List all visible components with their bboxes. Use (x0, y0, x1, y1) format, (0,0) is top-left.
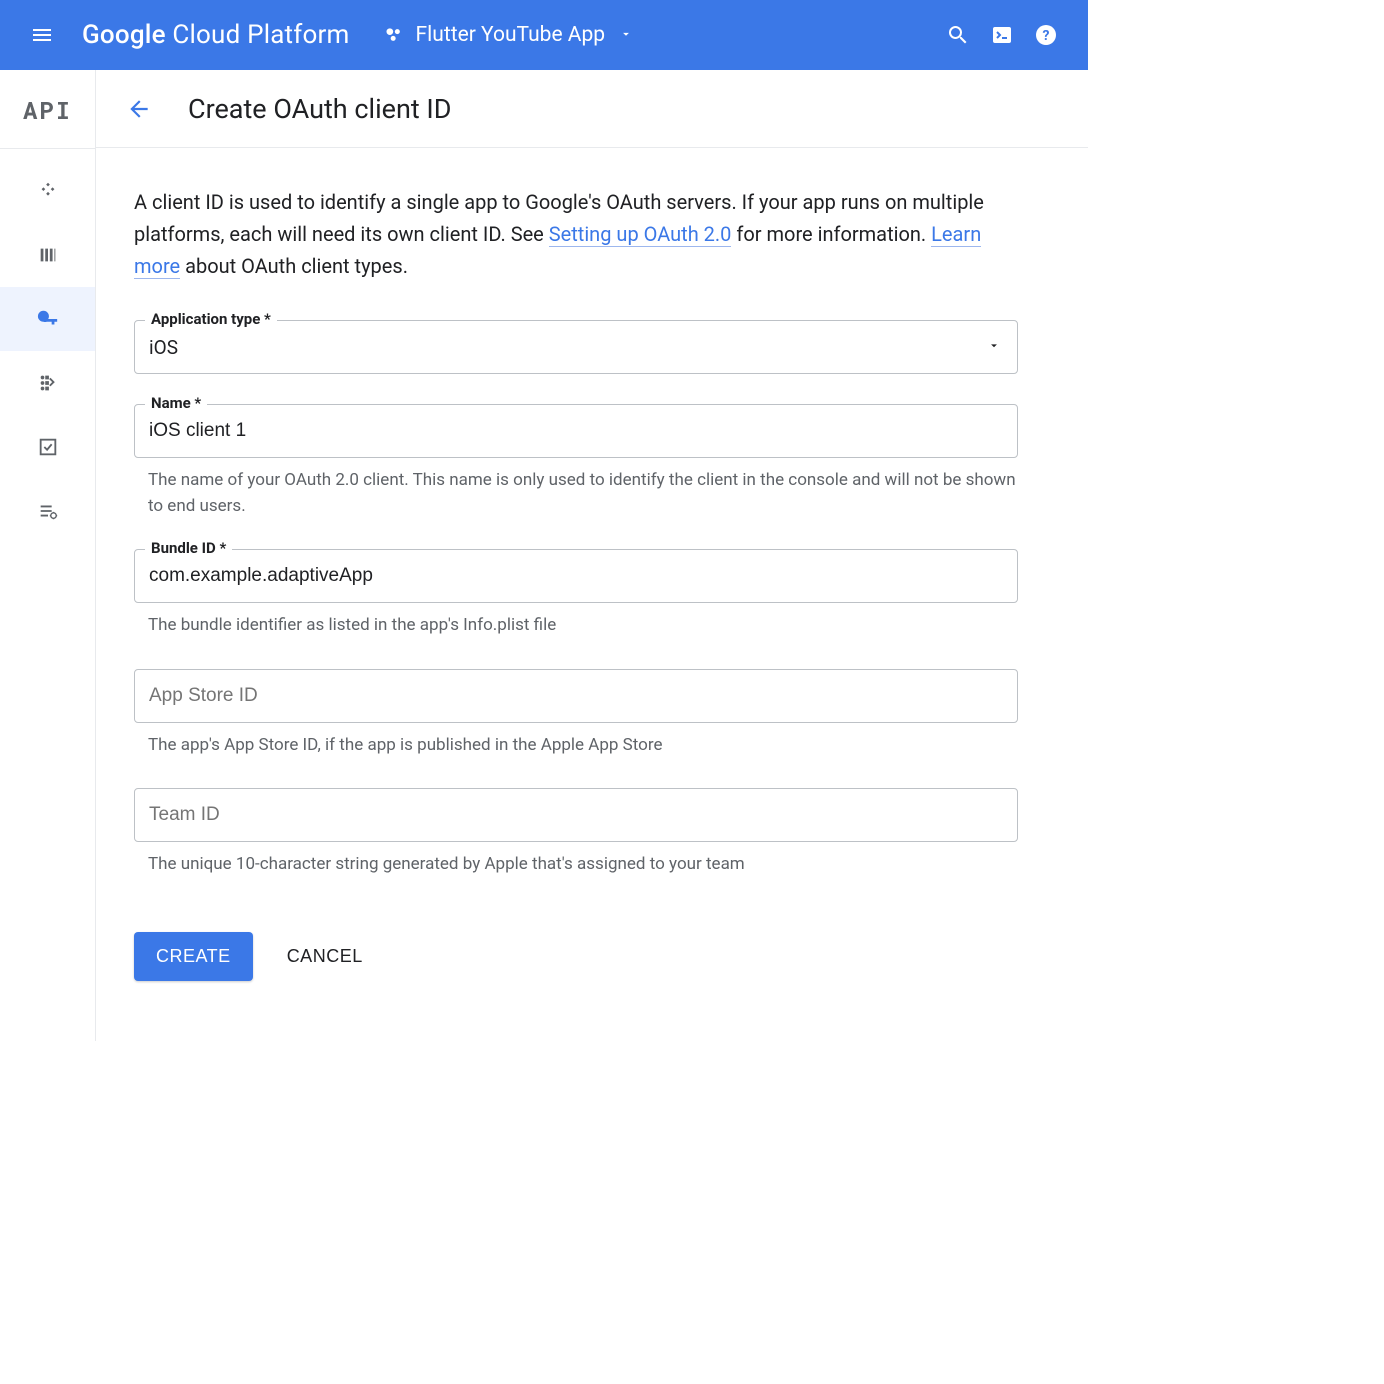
sidebar-divider (0, 148, 95, 149)
arrow-left-icon (126, 96, 152, 122)
name-label: Name * (145, 394, 207, 412)
page-header: Create OAuth client ID (96, 70, 1088, 148)
help-button[interactable]: ? (1024, 23, 1068, 47)
consent-icon (37, 372, 59, 394)
app-store-id-field[interactable] (134, 669, 1018, 723)
sidebar-item-dashboard[interactable] (0, 159, 95, 223)
intro-part-3: about OAuth client types. (180, 254, 408, 278)
sidebar-item-oauth-consent[interactable] (0, 351, 95, 415)
menu-button[interactable] (20, 23, 64, 47)
application-type-label: Application type * (145, 310, 277, 328)
sidebar: API (0, 70, 96, 1041)
team-id-field[interactable] (134, 788, 1018, 842)
api-logo: API (23, 94, 72, 126)
check-box-icon (37, 436, 59, 458)
menu-icon (30, 23, 54, 47)
project-icon (384, 25, 406, 45)
brand-google: Google (82, 20, 166, 50)
project-name: Flutter YouTube App (416, 23, 606, 47)
brand-rest: Cloud Platform (166, 20, 350, 50)
main-content: Create OAuth client ID A client ID is us… (96, 70, 1088, 1041)
name-input[interactable] (149, 420, 1003, 442)
sidebar-item-credentials[interactable] (0, 287, 95, 351)
application-type-value: iOS (149, 336, 1003, 359)
back-button[interactable] (126, 96, 166, 122)
intro-part-2: for more information. (731, 222, 931, 246)
application-type-select[interactable]: Application type * iOS (134, 320, 1018, 374)
bundle-id-label: Bundle ID * (145, 539, 232, 557)
search-button[interactable] (936, 23, 980, 47)
team-id-input[interactable] (149, 804, 1003, 826)
project-selector[interactable]: Flutter YouTube App (384, 23, 634, 47)
team-id-helper: The unique 10-character string generated… (134, 852, 1018, 878)
bundle-id-field[interactable]: Bundle ID * (134, 549, 1018, 603)
cloud-shell-button[interactable] (980, 23, 1024, 47)
dashboard-icon (37, 180, 59, 202)
sidebar-item-domain-verification[interactable] (0, 415, 95, 479)
svg-text:?: ? (1043, 28, 1050, 44)
name-helper: The name of your OAuth 2.0 client. This … (134, 468, 1018, 519)
help-icon: ? (1034, 23, 1058, 47)
bundle-id-helper: The bundle identifier as listed in the a… (134, 613, 1018, 639)
bundle-id-input[interactable] (149, 565, 1003, 587)
settings-list-icon (37, 500, 59, 522)
sidebar-item-page-usage[interactable] (0, 479, 95, 543)
search-icon (946, 23, 970, 47)
setup-oauth-link[interactable]: Setting up OAuth 2.0 (549, 222, 732, 247)
app-store-id-input[interactable] (149, 685, 1003, 707)
chevron-down-icon (619, 26, 633, 45)
cloud-shell-icon (990, 23, 1014, 47)
name-field[interactable]: Name * (134, 404, 1018, 458)
key-icon (37, 308, 59, 330)
page-title: Create OAuth client ID (188, 93, 451, 125)
sidebar-item-library[interactable] (0, 223, 95, 287)
create-button[interactable]: CREATE (134, 932, 253, 981)
top-bar: Google Cloud Platform Flutter YouTube Ap… (0, 0, 1088, 70)
brand-label: Google Cloud Platform (82, 20, 350, 50)
intro-text: A client ID is used to identify a single… (134, 186, 1018, 282)
chevron-down-icon (987, 338, 1001, 357)
cancel-button[interactable]: CANCEL (287, 946, 363, 967)
app-store-id-helper: The app's App Store ID, if the app is pu… (134, 733, 1018, 759)
library-icon (37, 244, 59, 266)
